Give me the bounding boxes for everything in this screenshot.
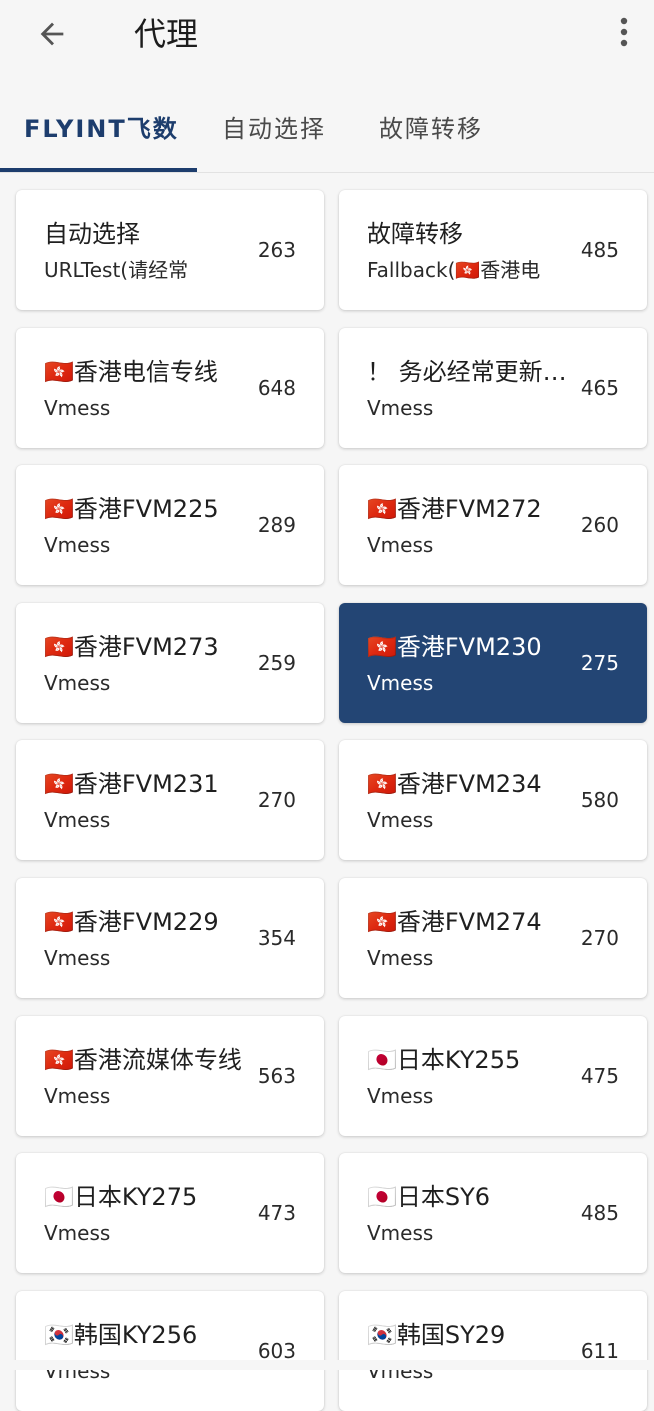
proxy-name: 🇭🇰香港FVM231 xyxy=(44,770,219,798)
proxy-type: Vmess xyxy=(44,671,111,695)
proxy-card[interactable]: 🇭🇰香港FVM229 Vmess 354 xyxy=(16,878,324,998)
proxy-name: 🇭🇰香港流媒体专线 xyxy=(44,1046,242,1074)
proxy-type: Vmess xyxy=(367,946,434,970)
proxy-name: 🇰🇷韩国SY29 xyxy=(367,1321,506,1349)
proxy-name: ！ 务必经常更新订阅 xyxy=(367,358,567,386)
proxy-type: Vmess xyxy=(44,946,111,970)
proxy-card[interactable]: 🇭🇰香港FVM274 Vmess 270 xyxy=(339,878,647,998)
proxy-delay: 289 xyxy=(257,513,296,537)
proxy-name: 故障转移 xyxy=(367,220,463,248)
proxy-name: 🇭🇰香港FVM225 xyxy=(44,495,219,523)
proxy-delay: 563 xyxy=(257,1064,296,1088)
bottom-edge xyxy=(0,1360,654,1370)
proxy-type: Vmess xyxy=(44,808,111,832)
proxy-name: 🇭🇰香港FVM234 xyxy=(367,770,542,798)
proxy-card[interactable]: 🇯🇵日本KY275 Vmess 473 xyxy=(16,1153,324,1273)
proxy-name: 🇭🇰香港FVM229 xyxy=(44,908,219,936)
proxy-card[interactable]: 🇰🇷韩国KY256 Vmess 603 xyxy=(16,1291,324,1411)
proxy-delay: 259 xyxy=(257,651,296,675)
proxy-delay: 263 xyxy=(257,238,296,262)
proxy-delay: 475 xyxy=(580,1064,619,1088)
proxy-card[interactable]: 🇭🇰香港电信专线 Vmess 648 xyxy=(16,328,324,448)
proxy-delay: 465 xyxy=(580,376,619,400)
proxy-name: 🇯🇵日本KY255 xyxy=(367,1046,521,1074)
proxy-type: Vmess xyxy=(367,533,434,557)
proxy-type: Vmess xyxy=(367,808,434,832)
proxy-card[interactable]: 🇯🇵日本SY6 Vmess 485 xyxy=(339,1153,647,1273)
proxy-card[interactable]: 🇭🇰香港FVM272 Vmess 260 xyxy=(339,465,647,585)
proxy-type: Fallback(🇭🇰香港电 xyxy=(367,258,541,282)
proxy-type: Vmess xyxy=(44,396,111,420)
proxy-name: 🇭🇰香港FVM272 xyxy=(367,495,542,523)
proxy-name: 🇭🇰香港FVM230 xyxy=(367,633,542,661)
proxy-card[interactable]: 🇰🇷韩国SY29 Vmess 611 xyxy=(339,1291,647,1411)
proxy-type: Vmess xyxy=(44,1221,111,1245)
proxy-delay: 260 xyxy=(580,513,619,537)
proxy-type: URLTest(请经常 xyxy=(44,258,189,282)
proxy-delay: 485 xyxy=(580,1201,619,1225)
proxy-type: Vmess xyxy=(367,396,434,420)
proxy-card[interactable]: 故障转移 Fallback(🇭🇰香港电 485 xyxy=(339,190,647,310)
proxy-delay: 270 xyxy=(257,788,296,812)
proxy-card[interactable]: 🇯🇵日本KY255 Vmess 475 xyxy=(339,1016,647,1136)
proxy-name: 🇯🇵日本SY6 xyxy=(367,1183,491,1211)
proxy-delay: 473 xyxy=(257,1201,296,1225)
proxy-delay: 275 xyxy=(580,651,619,675)
proxy-card[interactable]: ！ 务必经常更新订阅 Vmess 465 xyxy=(339,328,647,448)
proxy-card[interactable]: 🇭🇰香港FVM225 Vmess 289 xyxy=(16,465,324,585)
proxy-delay: 485 xyxy=(580,238,619,262)
proxy-card[interactable]: 自动选择 URLTest(请经常 263 xyxy=(16,190,324,310)
proxy-name: 🇭🇰香港FVM273 xyxy=(44,633,219,661)
proxy-card[interactable]: 🇭🇰香港FVM230 Vmess 275 xyxy=(339,603,647,723)
proxy-name: 🇭🇰香港电信专线 xyxy=(44,358,218,386)
proxy-delay: 648 xyxy=(257,376,296,400)
proxy-type: Vmess xyxy=(367,1221,434,1245)
proxy-type: Vmess xyxy=(44,533,111,557)
proxy-name: 自动选择 xyxy=(44,220,140,248)
proxy-card[interactable]: 🇭🇰香港FVM234 Vmess 580 xyxy=(339,740,647,860)
proxy-grid: 自动选择 URLTest(请经常 263 故障转移 Fallback(🇭🇰香港电 485 🇭… xyxy=(0,0,654,1411)
proxy-type: Vmess xyxy=(44,1084,111,1108)
proxy-type: Vmess xyxy=(367,1084,434,1108)
proxy-card[interactable]: 🇭🇰香港FVM231 Vmess 270 xyxy=(16,740,324,860)
proxy-name: 🇯🇵日本KY275 xyxy=(44,1183,198,1211)
proxy-card[interactable]: 🇭🇰香港FVM273 Vmess 259 xyxy=(16,603,324,723)
proxy-card[interactable]: 🇭🇰香港流媒体专线 Vmess 563 xyxy=(16,1016,324,1136)
proxy-delay: 580 xyxy=(580,788,619,812)
proxy-name: 🇭🇰香港FVM274 xyxy=(367,908,542,936)
proxy-delay: 270 xyxy=(580,926,619,950)
proxy-name: 🇰🇷韩国KY256 xyxy=(44,1321,198,1349)
proxy-type: Vmess xyxy=(367,671,434,695)
proxy-delay: 354 xyxy=(257,926,296,950)
